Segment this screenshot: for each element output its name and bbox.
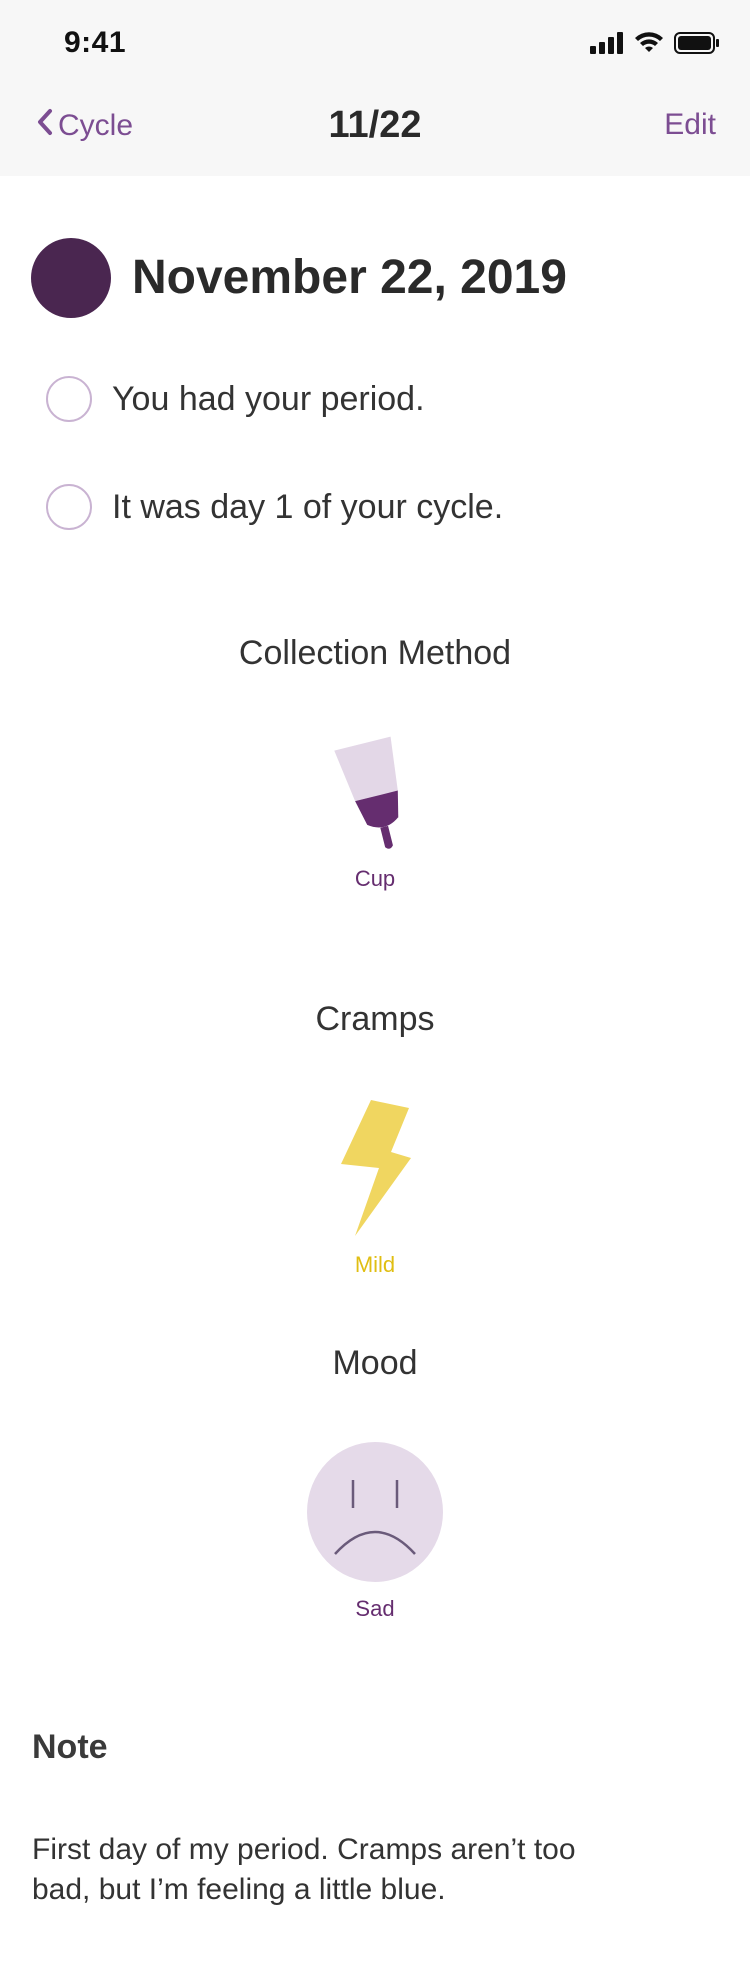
status-circle	[46, 484, 92, 530]
cramps-label: Mild	[354, 1252, 396, 1277]
cramps-icon-box	[0, 1098, 750, 1243]
lightning-icon	[335, 1098, 415, 1243]
wifi-icon	[634, 32, 664, 59]
top-bar: 9:41 Cycle 11/22 Edit	[0, 0, 750, 176]
status-text: It was day 1 of your cycle.	[112, 487, 504, 526]
note-heading: Note	[32, 1728, 108, 1766]
cramps-heading: Cramps	[315, 1000, 435, 1038]
collection-method-heading: Collection Method	[238, 634, 512, 672]
period-day-indicator	[31, 238, 111, 318]
edit-button[interactable]: Edit	[664, 108, 716, 142]
sad-face-icon	[305, 1440, 445, 1589]
mood-label: Sad	[355, 1596, 395, 1621]
mood-heading: Mood	[332, 1344, 418, 1382]
status-row-period: You had your period.	[46, 376, 425, 422]
status-circle	[46, 376, 92, 422]
battery-icon	[674, 32, 720, 59]
collection-method-label: Cup	[354, 866, 396, 891]
status-time: 9:41	[64, 26, 127, 59]
menstrual-cup-icon	[325, 730, 425, 865]
status-text: You had your period.	[112, 379, 425, 418]
page-title: 11/22	[328, 104, 422, 146]
status-row-cycle-day: It was day 1 of your cycle.	[46, 484, 503, 530]
collection-method-icon-box	[0, 730, 750, 865]
date-title: November 22, 2019	[132, 251, 567, 304]
mood-icon-box	[0, 1440, 750, 1589]
note-body: First day of my period. Cramps aren’t to…	[32, 1833, 576, 1906]
status-icons	[590, 32, 720, 59]
signal-icon	[590, 32, 624, 59]
